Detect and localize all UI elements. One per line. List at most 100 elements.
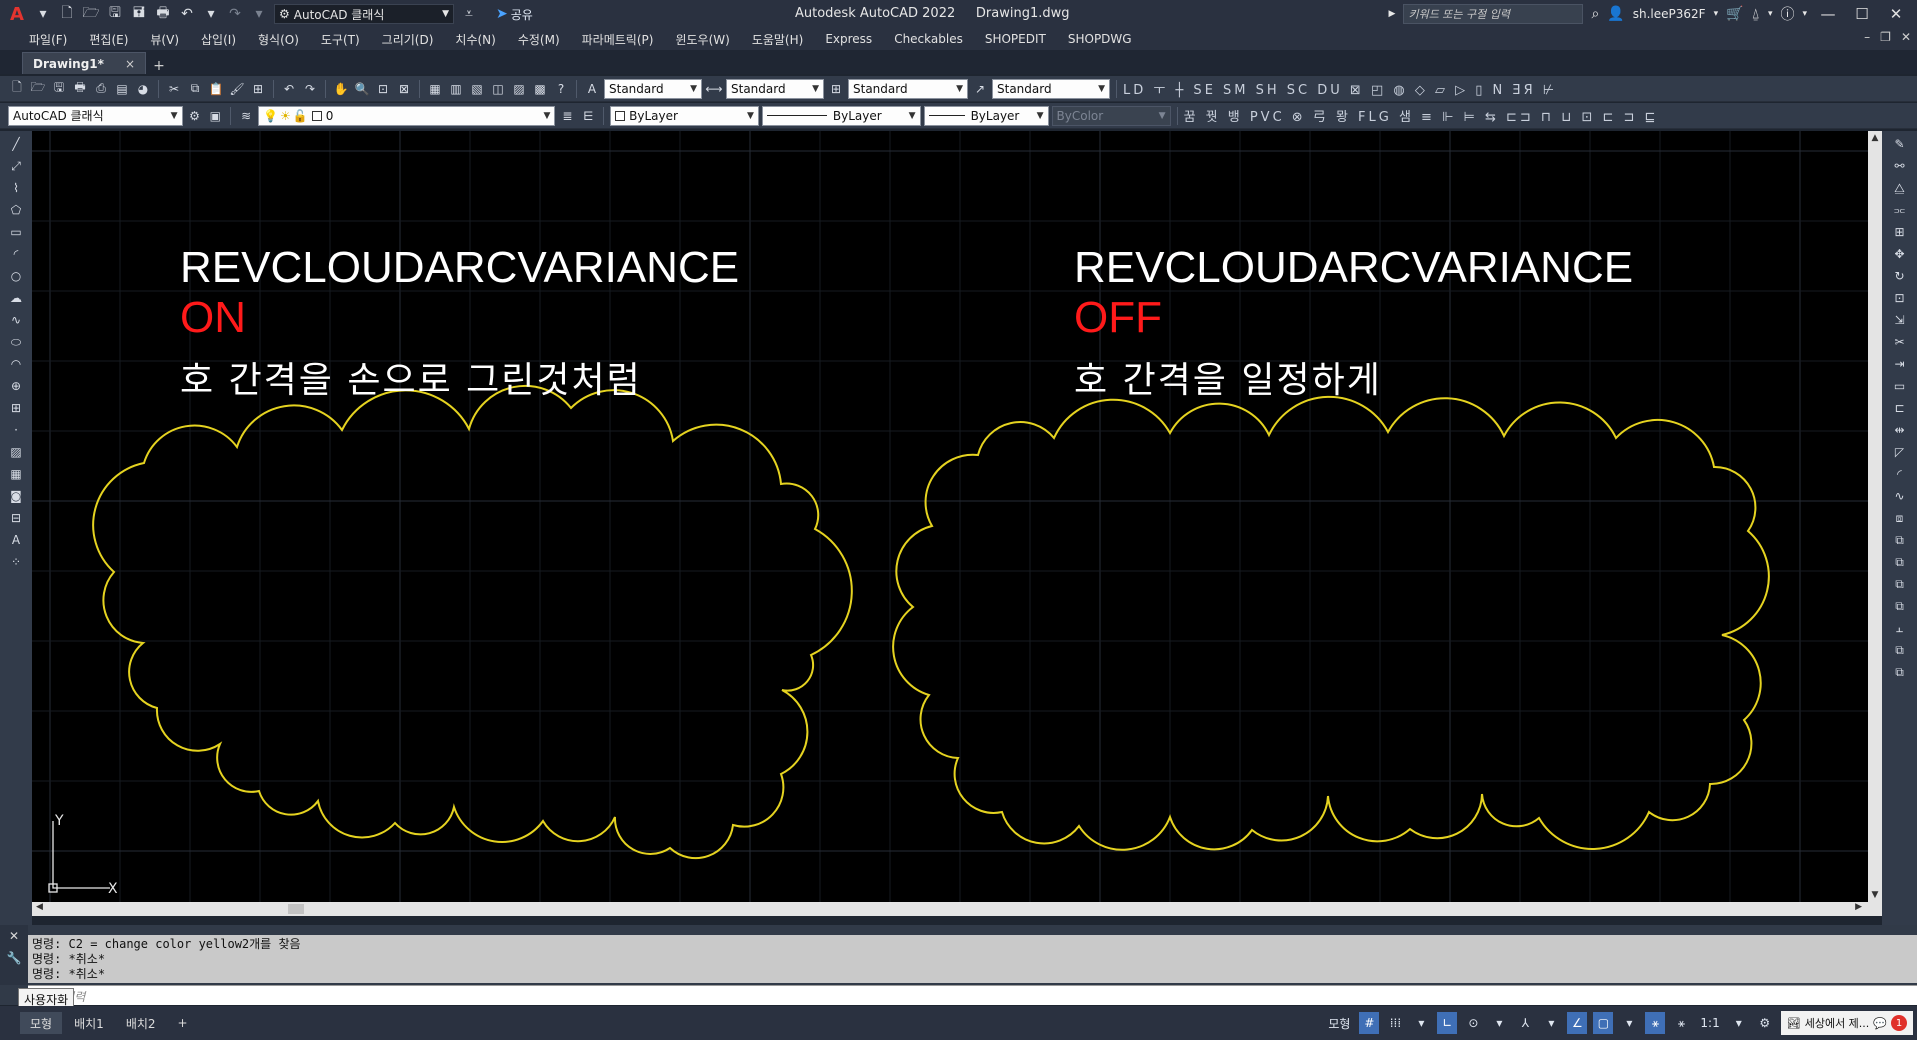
command-input[interactable]: 명령 입력 [28, 985, 1917, 1005]
minimize-button[interactable]: — [1815, 5, 1841, 23]
menu-view[interactable]: 뷰(V) [139, 31, 190, 48]
layer-previous-icon[interactable]: ⋿ [579, 107, 597, 125]
share-button[interactable]: ➤ 공유 [496, 6, 533, 23]
doc-restore-icon[interactable]: ❐ [1880, 30, 1891, 44]
redo-dropdown-icon[interactable]: ▾ [250, 5, 268, 23]
menu-shopedit[interactable]: SHOPEDIT [974, 32, 1057, 46]
save-workspace-icon[interactable]: ▣ [206, 107, 224, 125]
isodraft-dropdown-icon[interactable]: ▾ [1541, 1012, 1561, 1034]
extend-icon[interactable]: ⇥ [1890, 355, 1910, 373]
scale-icon[interactable]: ⊡ [1890, 289, 1910, 307]
isodraft-icon[interactable]: ⅄ [1515, 1012, 1535, 1034]
object-snap-tracking-icon[interactable]: ∠ [1567, 1012, 1588, 1034]
mleader-style-icon[interactable]: ↗ [971, 80, 989, 98]
polyline-icon[interactable]: ⌇ [6, 179, 26, 197]
region-icon[interactable]: ◙ [6, 487, 26, 505]
blend-curves-icon[interactable]: ∿ [1890, 487, 1910, 505]
draworder-under-icon[interactable]: ⧉ [1890, 597, 1910, 615]
move-icon[interactable]: ✥ [1890, 245, 1910, 263]
polygon-icon[interactable]: ⬠ [6, 201, 26, 219]
cart-icon[interactable]: 🛒 [1726, 6, 1743, 22]
pan-icon[interactable]: ✋ [332, 80, 350, 98]
plot-icon[interactable]: 🖶 [71, 80, 89, 98]
horizontal-scrollbar[interactable]: ◀ ▶ [32, 902, 1882, 916]
left-state-text[interactable]: ON [180, 293, 246, 343]
scroll-up-icon[interactable]: ▲ [1868, 133, 1882, 143]
settings-icon[interactable]: ⚙ [1755, 1012, 1775, 1034]
ellipse-icon[interactable]: ⬭ [6, 333, 26, 351]
undo-dropdown-icon[interactable]: ▾ [202, 5, 220, 23]
menu-file[interactable]: 파일(F) [18, 31, 78, 48]
search-expand-icon[interactable]: ▶ [1389, 9, 1396, 19]
mirror-icon[interactable]: ⧋ [1890, 179, 1910, 197]
notification-balloon[interactable]: 🏞 세상에서 제... 💬 1 [1780, 1011, 1913, 1035]
right-desc-text[interactable]: 호 간격을 일정하게 [1074, 351, 1382, 403]
ortho-toggle-icon[interactable]: ∟ [1437, 1012, 1458, 1034]
tab-layout1[interactable]: 배치1 [64, 1012, 114, 1034]
workspace-dropdown[interactable]: AutoCAD 클래식 ▼ [8, 105, 183, 126]
table-style-icon[interactable]: ⊞ [827, 80, 845, 98]
make-block-icon[interactable]: ⊞ [6, 399, 26, 417]
new-icon[interactable]: 🗋 [8, 80, 26, 98]
hatch-icon[interactable]: ▨ [6, 443, 26, 461]
tab-drawing1[interactable]: Drawing1* × [22, 52, 146, 74]
polar-toggle-icon[interactable]: ⊙ [1463, 1012, 1483, 1034]
polar-dropdown-icon[interactable]: ▾ [1489, 1012, 1509, 1034]
table-style-dropdown[interactable]: Standard ▼ [848, 78, 968, 99]
menu-format[interactable]: 형식(O) [247, 31, 310, 48]
grid-toggle-icon[interactable]: # [1359, 1012, 1380, 1034]
revision-cloud-icon[interactable]: ☁ [6, 289, 26, 307]
save-as-icon[interactable]: 🖬 [130, 5, 148, 23]
menu-window[interactable]: 윈도우(W) [664, 31, 740, 48]
explode-icon[interactable]: ⧈ [1890, 509, 1910, 527]
undo-icon[interactable]: ↶ [280, 80, 298, 98]
text-style-dropdown[interactable]: Standard ▼ [604, 78, 702, 99]
close-button[interactable]: ✕ [1883, 5, 1909, 23]
help-icon[interactable]: ⓘ [1780, 4, 1794, 24]
object-snap-dropdown-icon[interactable]: ▾ [1619, 1012, 1639, 1034]
open-file-icon[interactable]: 🗁 [82, 5, 100, 23]
linetype-dropdown[interactable]: ByLayer ▼ [761, 105, 921, 126]
undo-icon[interactable]: ↶ [178, 5, 196, 23]
sheet-set-icon[interactable]: ◫ [489, 80, 507, 98]
menu-insert[interactable]: 삽입(I) [190, 31, 247, 48]
help-dropdown-icon[interactable]: ▾ [1802, 9, 1807, 19]
rectangle-icon[interactable]: ▭ [6, 223, 26, 241]
menu-checkables[interactable]: Checkables [883, 32, 974, 46]
copy-icon[interactable]: ⧉ [186, 80, 204, 98]
drawing-canvas[interactable]: Y X REVCLOUDARCVARIANCE ON 호 간격을 손으로 그린것… [32, 131, 1868, 902]
plotstyle-dropdown[interactable]: ByColor ▼ [1051, 105, 1171, 126]
insert-block-icon[interactable]: ⊕ [6, 377, 26, 395]
gradient-icon[interactable]: ▦ [6, 465, 26, 483]
auto-scale-icon[interactable]: ⚹ [1671, 1012, 1691, 1034]
rotate-icon[interactable]: ↻ [1890, 267, 1910, 285]
scroll-right-icon[interactable]: ▶ [1855, 902, 1862, 912]
zoom-previous-icon[interactable]: ⊠ [395, 80, 413, 98]
customize-qat-icon[interactable]: ⩡ [460, 5, 478, 23]
menu-parametric[interactable]: 파라메트릭(P) [571, 31, 665, 48]
color-dropdown[interactable]: ByLayer ▼ [610, 105, 759, 126]
menu-help[interactable]: 도움말(H) [741, 31, 815, 48]
left-desc-text[interactable]: 호 간격을 손으로 그린것처럼 [180, 351, 642, 403]
dim-style-dropdown[interactable]: Standard ▼ [726, 78, 824, 99]
right-state-text[interactable]: OFF [1074, 293, 1162, 343]
3d-dwf-icon[interactable]: ◕ [134, 80, 152, 98]
user-icon[interactable]: 👤 [1607, 6, 1624, 22]
scale-dropdown-icon[interactable]: ▾ [1729, 1012, 1749, 1034]
search-icon[interactable]: ⌕ [1591, 6, 1599, 22]
table-icon[interactable]: ⊟ [6, 509, 26, 527]
stretch-icon[interactable]: ⇲ [1890, 311, 1910, 329]
workspace-switcher[interactable]: ⚙ AutoCAD 클래식 ▼ [274, 4, 454, 24]
construction-line-icon[interactable]: ⤢ [6, 157, 26, 175]
calculator-icon[interactable]: ▩ [531, 80, 549, 98]
hatch-to-back-icon[interactable]: ⧉ [1890, 663, 1910, 681]
zoom-window-icon[interactable]: ⊡ [374, 80, 392, 98]
text-style-icon[interactable]: A [583, 80, 601, 98]
menu-tools[interactable]: 도구(T) [310, 31, 371, 48]
vertical-scrollbar[interactable]: ▲ ▼ [1868, 131, 1882, 902]
offset-icon[interactable]: ⫗ [1890, 201, 1910, 219]
tab-close-icon[interactable]: × [125, 57, 135, 71]
user-dropdown-icon[interactable]: ▾ [1714, 9, 1719, 19]
snap-toggle-icon[interactable]: ⁞⁞⁞ [1385, 1012, 1405, 1034]
snap-dropdown-icon[interactable]: ▾ [1411, 1012, 1431, 1034]
